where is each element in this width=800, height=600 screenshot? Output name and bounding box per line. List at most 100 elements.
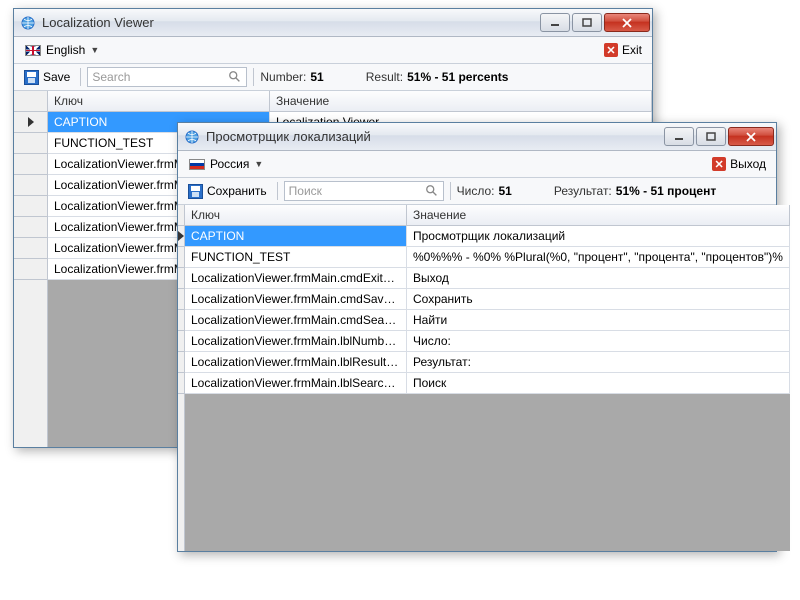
table-row[interactable]: CAPTIONПросмотрщик локализаций bbox=[185, 226, 790, 247]
search-placeholder: Search bbox=[92, 70, 228, 84]
cell-value[interactable]: Результат: bbox=[407, 352, 790, 372]
grid-body: Ключ Значение CAPTIONПросмотрщик локализ… bbox=[185, 205, 790, 551]
number-display: Число: 51 bbox=[457, 184, 512, 198]
search-icon bbox=[228, 70, 242, 84]
toolbar-main: Сохранить Поиск Число: 51 Результат: 51%… bbox=[178, 178, 776, 205]
toolbar-main: Save Search Number: 51 Result: 51% - 51 … bbox=[14, 64, 652, 91]
cell-value[interactable]: Просмотрщик локализаций bbox=[407, 226, 790, 246]
result-value: 51% - 51 процент bbox=[616, 184, 716, 198]
column-key[interactable]: Ключ bbox=[185, 205, 407, 225]
language-label: English bbox=[46, 43, 85, 57]
exit-icon: ✕ bbox=[604, 43, 618, 57]
chevron-down-icon: ▼ bbox=[254, 159, 263, 169]
minimize-button[interactable] bbox=[540, 13, 570, 32]
table-row[interactable]: LocalizationViewer.frmMain.cmdSearch_Tex… bbox=[185, 310, 790, 331]
window-russian: Просмотрщик локализаций Россия ▼ ✕ Выход… bbox=[177, 122, 777, 552]
chevron-down-icon: ▼ bbox=[90, 45, 99, 55]
close-button[interactable] bbox=[604, 13, 650, 32]
cell-key[interactable]: LocalizationViewer.frmMain.cmdSave_Text bbox=[185, 289, 407, 309]
exit-label: Выход bbox=[730, 157, 766, 171]
column-value[interactable]: Значение bbox=[270, 91, 652, 111]
toolbar-language: Россия ▼ ✕ Выход bbox=[178, 151, 776, 178]
result-display: Result: 51% - 51 percents bbox=[366, 70, 509, 84]
cell-value[interactable]: Найти bbox=[407, 310, 790, 330]
cell-key[interactable]: LocalizationViewer.frmMain.lblResult_Tex… bbox=[185, 352, 407, 372]
titlebar[interactable]: Просмотрщик локализаций bbox=[178, 123, 776, 151]
table-row[interactable]: LocalizationViewer.frmMain.cmdExit_TextВ… bbox=[185, 268, 790, 289]
save-icon bbox=[24, 70, 39, 85]
search-input[interactable]: Search bbox=[87, 67, 247, 87]
cell-key[interactable]: FUNCTION_TEST bbox=[185, 247, 407, 267]
number-value: 51 bbox=[499, 184, 512, 198]
row-indicator bbox=[14, 91, 47, 112]
row-header-gutter bbox=[14, 91, 48, 447]
exit-icon: ✕ bbox=[712, 157, 726, 171]
current-row-indicator bbox=[14, 112, 47, 133]
result-label: Result: bbox=[366, 70, 403, 84]
row-header-gutter bbox=[178, 205, 185, 551]
number-display: Number: 51 bbox=[260, 70, 323, 84]
language-dropdown[interactable]: English ▼ bbox=[20, 40, 104, 60]
cell-value[interactable]: Сохранить bbox=[407, 289, 790, 309]
grid-rows: CAPTIONПросмотрщик локализацийFUNCTION_T… bbox=[185, 226, 790, 394]
grid-header: Ключ Значение bbox=[185, 205, 790, 226]
flag-ru-icon bbox=[189, 159, 205, 170]
result-value: 51% - 51 percents bbox=[407, 70, 508, 84]
current-row-indicator bbox=[178, 226, 184, 247]
window-title: Localization Viewer bbox=[42, 15, 540, 30]
exit-button[interactable]: ✕ Exit bbox=[600, 41, 646, 59]
exit-button[interactable]: ✕ Выход bbox=[708, 155, 770, 173]
window-controls bbox=[664, 127, 774, 146]
save-button[interactable]: Сохранить bbox=[184, 182, 271, 201]
table-row[interactable]: LocalizationViewer.frmMain.cmdSave_TextС… bbox=[185, 289, 790, 310]
separator bbox=[80, 68, 81, 86]
separator bbox=[277, 182, 278, 200]
table-row[interactable]: LocalizationViewer.frmMain.lblResult_Tex… bbox=[185, 352, 790, 373]
column-key[interactable]: Ключ bbox=[48, 91, 270, 111]
maximize-button[interactable] bbox=[696, 127, 726, 146]
column-value[interactable]: Значение bbox=[407, 205, 790, 225]
table-row[interactable]: FUNCTION_TEST%0%%% - %0% %Plural(%0, "пр… bbox=[185, 247, 790, 268]
search-icon bbox=[425, 184, 439, 198]
window-title: Просмотрщик локализаций bbox=[206, 129, 664, 144]
language-dropdown[interactable]: Россия ▼ bbox=[184, 154, 268, 174]
number-label: Число: bbox=[457, 184, 495, 198]
flag-uk-icon bbox=[25, 45, 41, 56]
cell-key[interactable]: LocalizationViewer.frmMain.lblNumber_Tex… bbox=[185, 331, 407, 351]
exit-label: Exit bbox=[622, 43, 642, 57]
number-label: Number: bbox=[260, 70, 306, 84]
cell-key[interactable]: LocalizationViewer.frmMain.cmdSearch_Tex… bbox=[185, 310, 407, 330]
separator bbox=[450, 182, 451, 200]
cell-key[interactable]: CAPTION bbox=[185, 226, 407, 246]
cell-key[interactable]: LocalizationViewer.frmMain.cmdExit_Text bbox=[185, 268, 407, 288]
close-button[interactable] bbox=[728, 127, 774, 146]
data-grid: Ключ Значение CAPTIONПросмотрщик локализ… bbox=[178, 205, 776, 551]
save-icon bbox=[188, 184, 203, 199]
app-icon bbox=[20, 15, 36, 31]
save-button[interactable]: Save bbox=[20, 68, 74, 87]
toolbar-language: English ▼ ✕ Exit bbox=[14, 37, 652, 64]
row-indicator bbox=[178, 205, 184, 226]
language-label: Россия bbox=[210, 157, 249, 171]
cell-key[interactable]: LocalizationViewer.frmMain.lblSearch_Tex… bbox=[185, 373, 407, 393]
table-row[interactable]: LocalizationViewer.frmMain.lblNumber_Tex… bbox=[185, 331, 790, 352]
cell-value[interactable]: Число: bbox=[407, 331, 790, 351]
app-icon bbox=[184, 129, 200, 145]
result-display: Результат: 51% - 51 процент bbox=[554, 184, 716, 198]
maximize-button[interactable] bbox=[572, 13, 602, 32]
cell-value[interactable]: %0%%% - %0% %Plural(%0, "процент", "проц… bbox=[407, 247, 790, 267]
save-label: Save bbox=[43, 70, 70, 84]
separator bbox=[253, 68, 254, 86]
titlebar[interactable]: Localization Viewer bbox=[14, 9, 652, 37]
result-label: Результат: bbox=[554, 184, 612, 198]
save-label: Сохранить bbox=[207, 184, 267, 198]
search-placeholder: Поиск bbox=[289, 184, 425, 198]
search-input[interactable]: Поиск bbox=[284, 181, 444, 201]
cell-value[interactable]: Поиск bbox=[407, 373, 790, 393]
number-value: 51 bbox=[310, 70, 323, 84]
minimize-button[interactable] bbox=[664, 127, 694, 146]
cell-value[interactable]: Выход bbox=[407, 268, 790, 288]
window-controls bbox=[540, 13, 650, 32]
table-row[interactable]: LocalizationViewer.frmMain.lblSearch_Tex… bbox=[185, 373, 790, 394]
grid-header: Ключ Значение bbox=[48, 91, 652, 112]
